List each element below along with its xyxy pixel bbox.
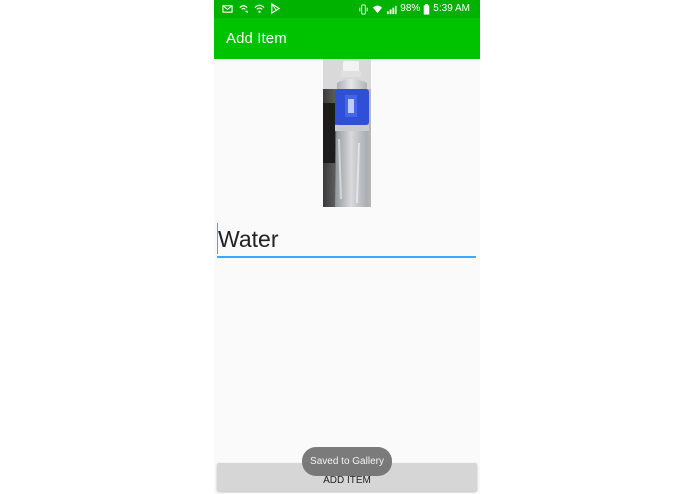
battery-percent: 98% xyxy=(400,3,421,14)
status-bar: 98% 5:39 AM xyxy=(214,0,480,18)
wifi-call-icon xyxy=(239,5,248,14)
phone-screen: 98% 5:39 AM Add Item Water ADD ITEM Save… xyxy=(214,0,480,494)
wifi-icon xyxy=(373,5,383,13)
item-name-field[interactable]: Water xyxy=(217,222,476,258)
item-name-value: Water xyxy=(218,226,279,252)
wifi-icon xyxy=(254,4,265,13)
page-title: Add Item xyxy=(226,30,287,47)
battery-icon xyxy=(424,3,430,15)
field-underline xyxy=(217,256,476,258)
signal-icon xyxy=(387,5,397,14)
app-bar: Add Item xyxy=(214,18,480,59)
item-photo[interactable] xyxy=(323,59,371,207)
mail-icon xyxy=(222,5,233,13)
clock: 5:39 AM xyxy=(433,3,470,14)
water-bottle-photo-icon xyxy=(323,59,371,207)
vibrate-icon xyxy=(359,3,368,15)
status-bar-system: 98% 5:39 AM xyxy=(358,3,470,15)
play-store-icon xyxy=(271,3,281,14)
toast-message: Saved to Gallery xyxy=(302,447,392,476)
status-bar-notifications xyxy=(222,3,281,14)
